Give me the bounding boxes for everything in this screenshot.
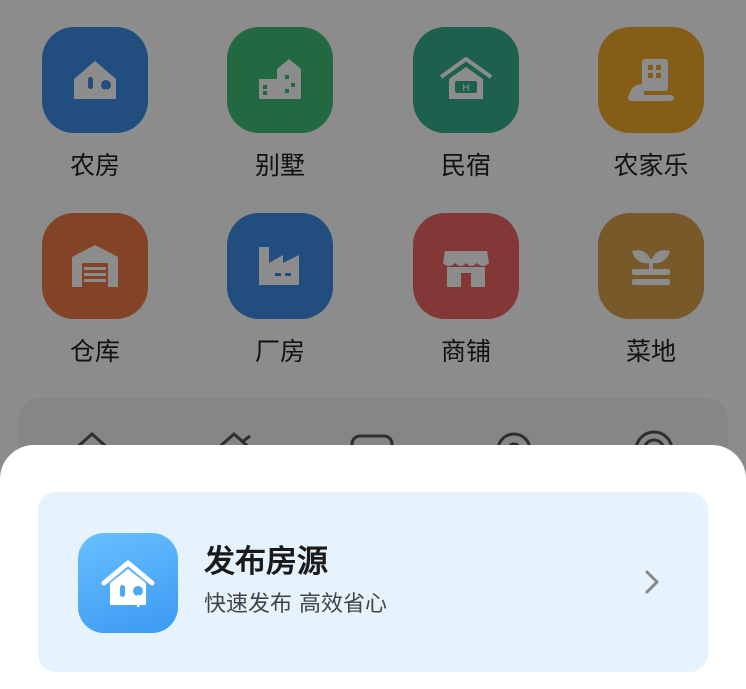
publish-subtitle: 快速发布 高效省心 — [204, 592, 387, 617]
chevron-right-icon — [645, 570, 659, 594]
house-tree-icon — [78, 533, 178, 633]
bottom-sheet: 发布房源 快速发布 高效省心 — [0, 445, 746, 689]
publish-listing-card[interactable]: 发布房源 快速发布 高效省心 — [38, 492, 708, 672]
publish-title: 发布房源 — [204, 544, 328, 580]
